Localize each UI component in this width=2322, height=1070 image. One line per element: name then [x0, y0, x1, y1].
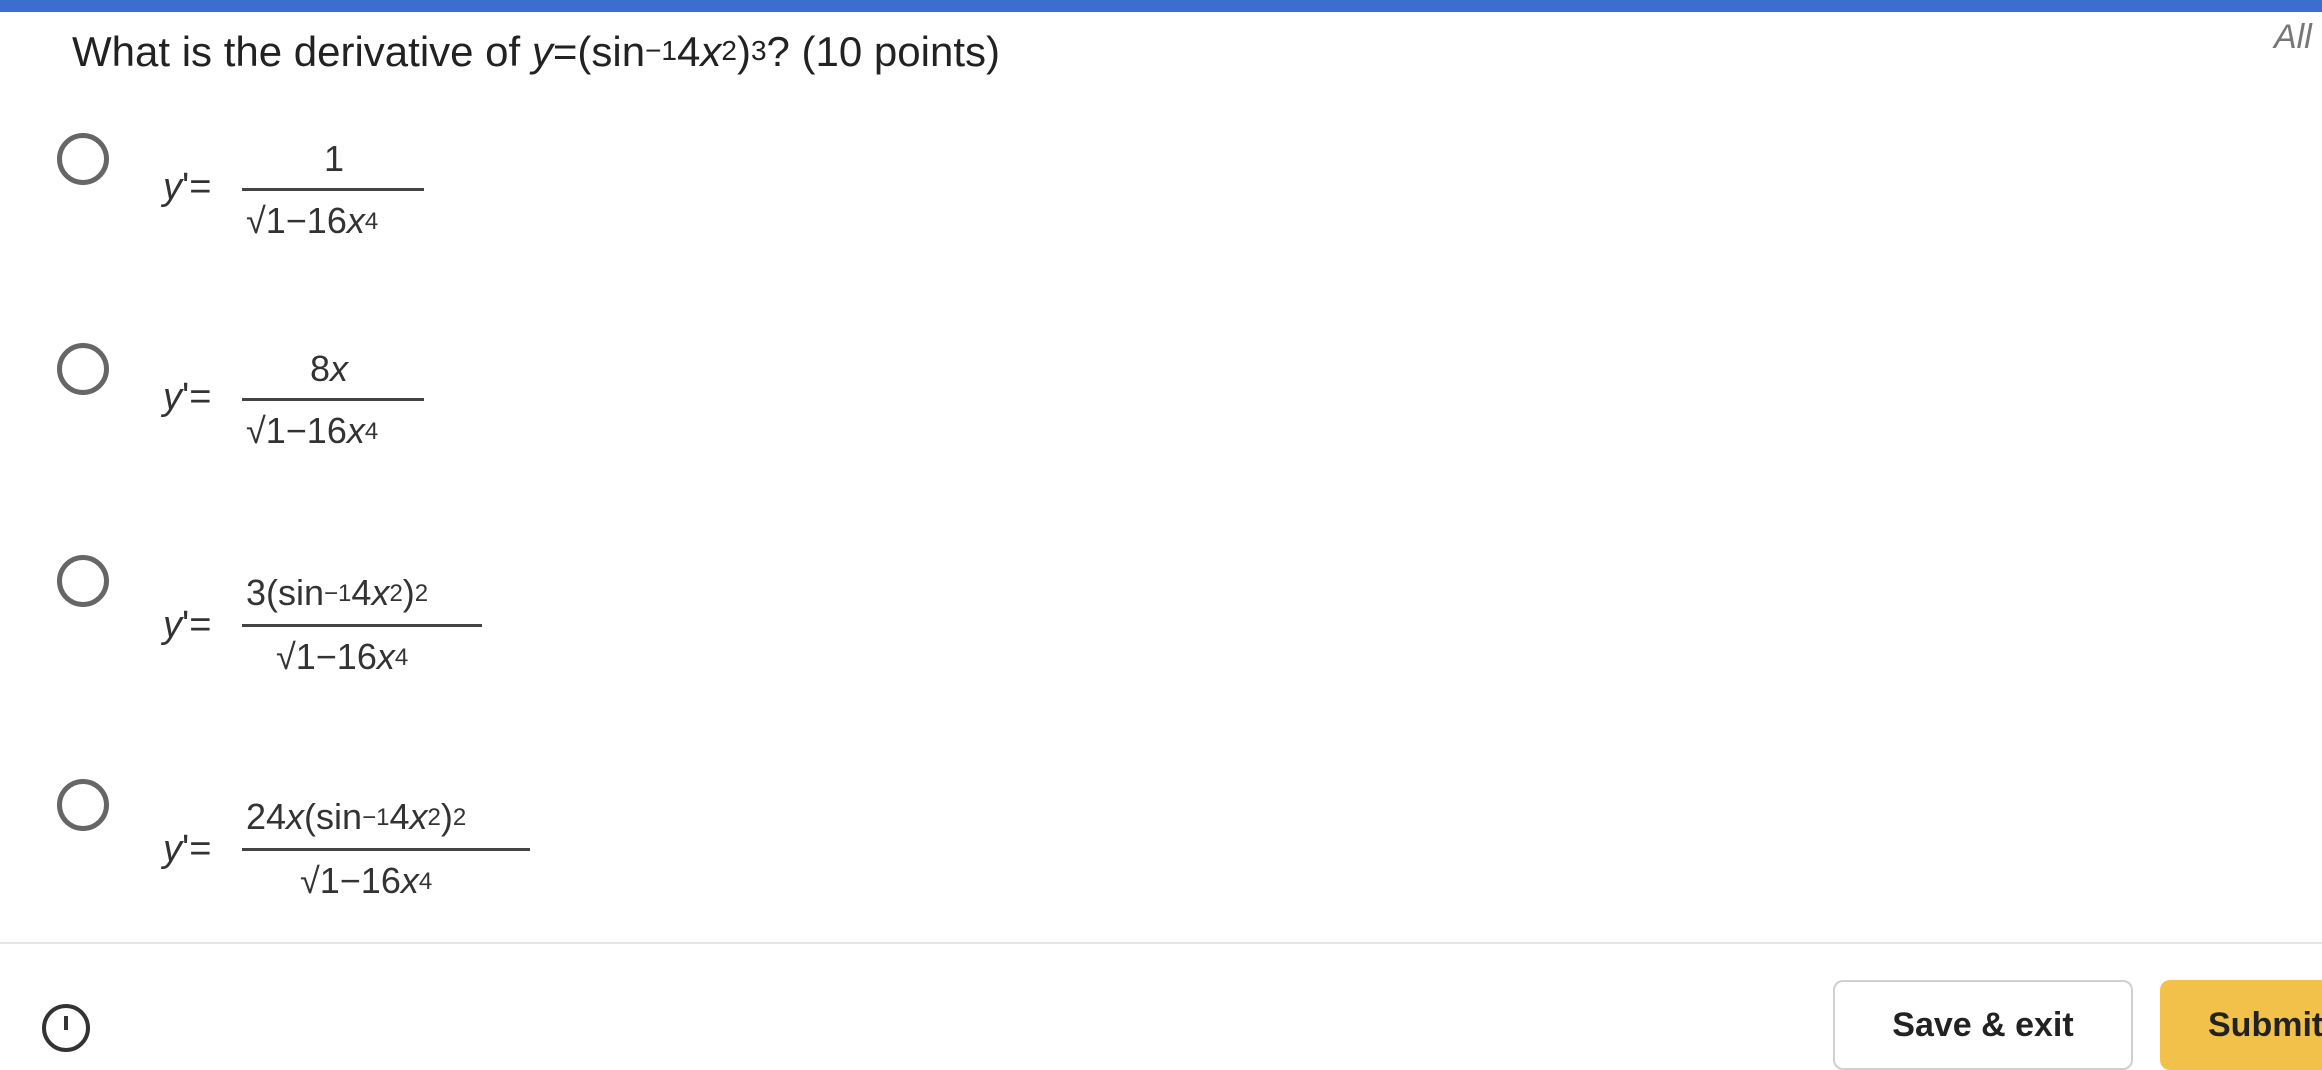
answer-option-4[interactable]: y'= 24x(sin−14x2)2 √1−16x4 [0, 766, 900, 916]
option-3-numerator: 3(sin−14x2)2 [246, 572, 429, 613]
option-2-fraction-bar [242, 398, 424, 401]
radio-button-option-2[interactable] [57, 343, 109, 395]
submit-button[interactable]: Submit [2160, 980, 2322, 1070]
option-4-lhs: y'= [163, 828, 212, 870]
option-1-fraction-bar [242, 188, 424, 191]
option-2-denominator: √1−16x4 [246, 410, 379, 451]
info-icon[interactable] [42, 1004, 90, 1052]
option-2-lhs: y'= [163, 376, 212, 418]
top-accent-bar [0, 0, 2322, 12]
save-and-exit-button[interactable]: Save & exit [1833, 980, 2133, 1070]
option-1-denominator: √1−16x4 [246, 200, 379, 241]
radio-button-option-1[interactable] [57, 133, 109, 185]
radio-button-option-4[interactable] [57, 779, 109, 831]
option-1-numerator: 1 [324, 138, 345, 179]
option-3-lhs: y'= [163, 604, 212, 646]
answer-option-3[interactable]: y'= 3(sin−14x2)2 √1−16x4 [0, 542, 900, 692]
option-3-fraction-bar [242, 624, 482, 627]
option-4-denominator: √1−16x4 [300, 860, 433, 901]
answer-option-2[interactable]: y'= 8x √1−16x4 [0, 330, 900, 480]
question-text: What is the derivative of y=(sin−14x2)3?… [72, 28, 1000, 75]
corner-label: All [2274, 18, 2312, 56]
footer-divider [0, 942, 2322, 944]
option-2-numerator: 8x [310, 348, 349, 389]
option-1-lhs: y'= [163, 166, 212, 208]
option-4-fraction-bar [242, 848, 530, 851]
answer-option-1[interactable]: y'= 1 √1−16x4 [0, 120, 900, 270]
radio-button-option-3[interactable] [57, 555, 109, 607]
option-3-denominator: √1−16x4 [276, 636, 409, 677]
option-4-numerator: 24x(sin−14x2)2 [246, 796, 467, 837]
